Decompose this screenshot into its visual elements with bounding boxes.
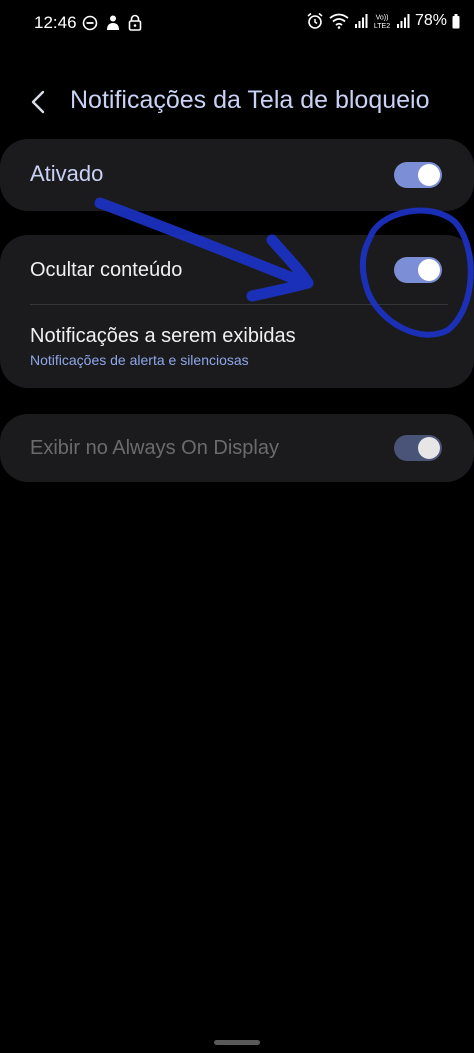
signal-icon <box>354 14 368 28</box>
aod-toggle <box>394 435 442 461</box>
main-toggle-label: Ativado <box>30 161 104 186</box>
notifications-to-show-row[interactable]: Notificações a serem exibidas Notificaçõ… <box>0 305 474 388</box>
svg-text:Vo)): Vo)) <box>376 15 389 22</box>
battery-percentage: 78% <box>414 12 447 29</box>
notifications-to-show-label: Notificações a serem exibidas <box>30 325 296 347</box>
header: Notificações da Tela de bloqueio <box>0 78 474 126</box>
options-card: Ocultar conteúdo Notificações a serem ex… <box>0 235 474 388</box>
main-toggle-card[interactable]: Ativado <box>0 139 474 211</box>
page-title: Notificações da Tela de bloqueio <box>70 86 430 114</box>
back-button[interactable] <box>24 84 54 120</box>
hide-content-label: Ocultar conteúdo <box>30 259 183 281</box>
toggle-knob <box>418 259 440 281</box>
do-not-disturb-icon <box>82 15 98 30</box>
hide-content-row[interactable]: Ocultar conteúdo <box>0 235 474 303</box>
main-toggle-switch[interactable] <box>394 162 442 188</box>
status-right-icons: Vo)) LTE2 78% <box>306 12 460 30</box>
status-time: 12:46 <box>34 13 77 32</box>
toggle-knob <box>418 164 440 186</box>
battery-icon <box>452 13 460 28</box>
wifi-icon <box>329 13 349 29</box>
signal-icon <box>396 14 410 28</box>
status-left-icons <box>82 14 142 31</box>
alarm-icon <box>307 12 323 29</box>
status-bar: 12:46 Vo)) LTE2 78% <box>0 0 474 46</box>
person-icon <box>107 15 119 30</box>
toggle-knob <box>418 437 440 459</box>
lock-icon <box>128 14 142 31</box>
svg-text:LTE2: LTE2 <box>374 23 390 30</box>
notifications-to-show-value: Notificações de alerta e silenciosas <box>30 352 249 368</box>
volte-icon: Vo)) LTE2 <box>374 15 390 31</box>
hide-content-toggle[interactable] <box>394 257 442 283</box>
aod-card: Exibir no Always On Display <box>0 414 474 482</box>
aod-label: Exibir no Always On Display <box>30 437 279 459</box>
chevron-left-icon <box>31 90 45 114</box>
navigation-handle[interactable] <box>214 1040 260 1045</box>
